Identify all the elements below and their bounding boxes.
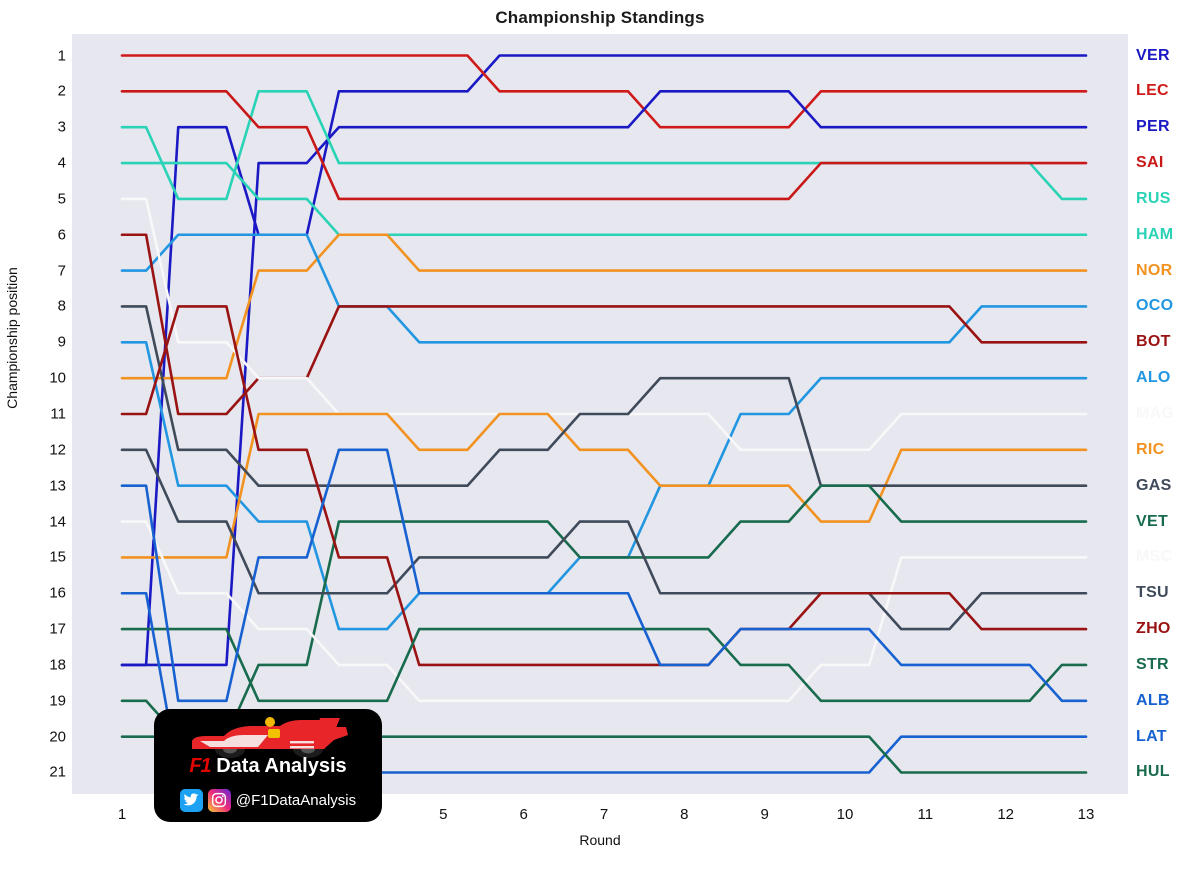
legend-label-tsu: TSU [1136,584,1169,602]
y-tick-19: 19 [49,692,66,710]
y-tick-5: 5 [57,190,66,208]
legend-label-alb: ALB [1136,691,1170,709]
y-tick-16: 16 [49,584,66,602]
y-axis-label: Championship position [4,267,20,409]
legend-label-hul: HUL [1136,763,1170,781]
x-tick-1: 1 [117,806,127,823]
legend-label-ver: VER [1136,46,1170,64]
chart-title: Championship Standings [495,8,705,27]
x-tick-6: 6 [519,806,528,823]
legend-label-lec: LEC [1136,82,1169,100]
series-line-ver [120,54,1088,667]
series-line-bot [120,233,1088,416]
x-tick-11: 11 [917,806,934,823]
plot-area: F1 Data Analysis @F1DataAnalysis [72,34,1128,822]
legend-label-vet: VET [1136,512,1169,530]
series-line-vet [120,484,1088,738]
legend-label-rus: RUS [1136,189,1171,207]
y-tick-17: 17 [49,620,66,638]
legend-label-ric: RIC [1136,440,1165,458]
series-lines [120,54,1088,774]
y-tick-4: 4 [57,154,66,172]
y-tick-15: 15 [49,548,66,566]
y-tick-9: 9 [57,333,66,351]
x-tick-7: 7 [599,806,609,823]
y-tick-12: 12 [49,441,66,459]
legend-label-alo: ALO [1136,369,1171,387]
x-tick-10: 10 [836,806,854,823]
legend-label-bot: BOT [1136,333,1171,351]
championship-standings-chart: Championship Standings Championship posi… [0,0,1200,871]
y-tick-6: 6 [57,226,66,244]
legend-label-ham: HAM [1136,225,1174,243]
y-tick-13: 13 [49,477,66,495]
watermark-name-text: Data Analysis [210,755,347,777]
legend-label-nor: NOR [1136,261,1173,279]
series-line-rus [120,90,1088,201]
y-tick-10: 10 [49,369,66,387]
legend-label-sai: SAI [1136,154,1164,172]
legend-label-per: PER [1136,118,1170,136]
legend-label-msc: MSC [1136,548,1173,566]
series-line-oco [120,233,1088,344]
y-tick-11: 11 [50,405,66,423]
series-line-tsu [120,448,1088,631]
legend-label-mag: MAG [1136,405,1175,422]
legend-label-lat: LAT [1136,727,1167,745]
legend-label-zho: ZHO [1136,620,1171,638]
series-line-msc [120,520,1088,703]
y-tick-18: 18 [49,656,66,674]
y-tick-1: 1 [57,47,66,64]
series-line-mag [120,197,1088,452]
y-tick-14: 14 [49,513,66,531]
legend-label-gas: GAS [1136,476,1172,494]
watermark-logo: F1 Data Analysis @F1DataAnalysis [154,709,382,822]
y-tick-20: 20 [49,728,66,746]
f1-car-icon [192,717,348,758]
watermark-f1-text: F1 [189,755,211,777]
series-line-alb [120,448,1088,703]
twitter-bird-icon [179,788,203,812]
x-tick-13: 13 [1077,806,1095,823]
instagram-camera-icon [207,788,231,812]
y-tick-8: 8 [57,297,66,315]
legend-label-str: STR [1136,655,1169,673]
x-tick-9: 9 [760,806,769,823]
x-tick-5: 5 [439,806,448,823]
y-tick-21: 21 [49,763,66,781]
x-tick-8: 8 [680,806,689,823]
x-axis-label: Round [579,832,621,848]
x-tick-12: 12 [997,806,1014,823]
y-tick-3: 3 [57,118,66,136]
series-line-gas [120,305,1088,487]
y-tick-2: 2 [57,82,66,100]
watermark-title: F1 Data Analysis [154,755,382,778]
watermark-handle: @F1DataAnalysis [235,791,357,809]
legend-label-oco: OCO [1136,297,1174,315]
watermark-social-row: @F1DataAnalysis [154,785,382,815]
series-line-sai [120,90,1088,201]
y-tick-7: 7 [57,262,66,280]
